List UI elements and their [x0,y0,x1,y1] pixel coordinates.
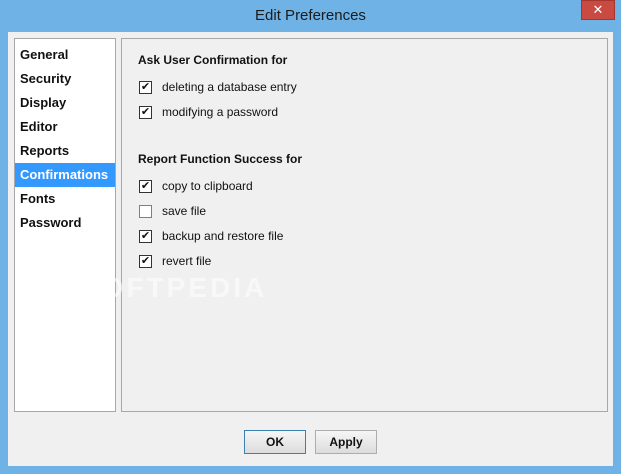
apply-button[interactable]: Apply [315,430,377,454]
modify-password-label: modifying a password [162,105,279,119]
sidebar-item-display[interactable]: Display [15,91,115,115]
close-button[interactable]: ✕ [581,0,615,20]
report-success-heading: Report Function Success for [138,152,303,166]
sidebar-item-editor[interactable]: Editor [15,115,115,139]
copy-clipboard-label: copy to clipboard [162,179,253,193]
ok-button[interactable]: OK [244,430,306,454]
title-bar: Edit Preferences ✕ [0,0,621,32]
sidebar-item-password[interactable]: Password [15,211,115,235]
revert-file-label: revert file [162,254,212,268]
save-file-checkbox[interactable] [139,205,152,218]
backup-restore-checkbox[interactable]: ✔ [139,230,152,243]
preferences-window: Edit Preferences ✕ General Security Disp… [0,0,621,474]
confirmations-panel: Ask User Confirmation for ✔ deleting a d… [121,38,608,412]
delete-entry-label: deleting a database entry [162,80,297,94]
ask-confirmation-heading: Ask User Confirmation for [138,53,288,67]
delete-entry-checkbox[interactable]: ✔ [139,81,152,94]
sidebar-item-general[interactable]: General [15,43,115,67]
revert-file-checkbox[interactable]: ✔ [139,255,152,268]
window-title: Edit Preferences [255,7,366,24]
sidebar-item-security[interactable]: Security [15,67,115,91]
backup-restore-label: backup and restore file [162,229,284,243]
sidebar-item-reports[interactable]: Reports [15,139,115,163]
save-file-label: save file [162,204,207,218]
category-list: General Security Display Editor Reports … [14,38,116,412]
close-icon: ✕ [592,3,604,18]
copy-clipboard-checkbox[interactable]: ✔ [139,180,152,193]
sidebar-item-fonts[interactable]: Fonts [15,187,115,211]
dialog-body: General Security Display Editor Reports … [8,32,613,466]
modify-password-checkbox[interactable]: ✔ [139,106,152,119]
sidebar-item-confirmations[interactable]: Confirmations [15,163,115,187]
